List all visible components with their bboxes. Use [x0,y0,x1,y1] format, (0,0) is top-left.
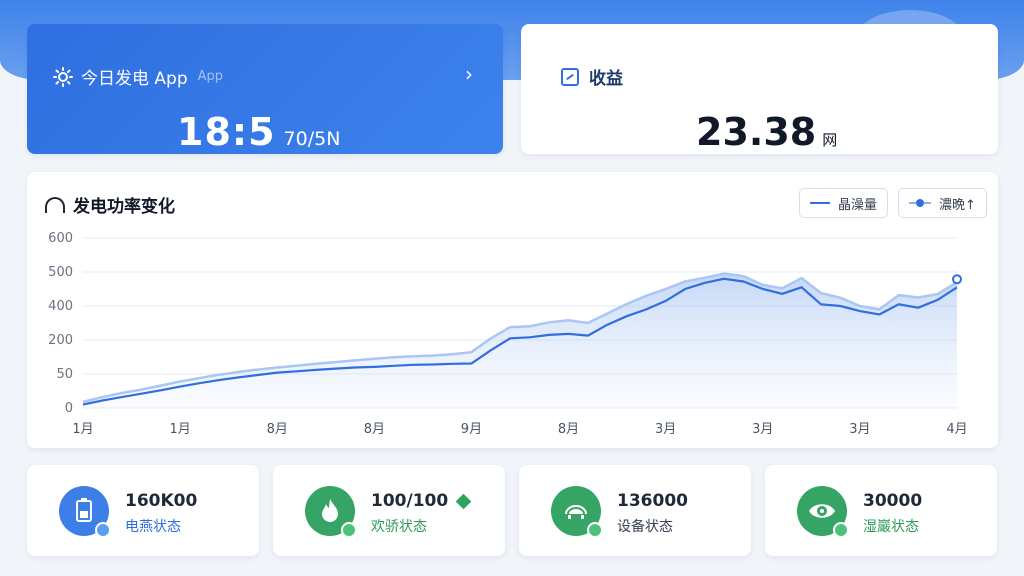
stat-value: 136000 [617,491,688,511]
series-end-point [952,274,962,285]
today-value-number: 18:5 [177,110,276,154]
y-tick-label: 600 [48,231,73,246]
chart-title-row: 发电功率变化 [45,192,175,217]
income-value: 23.38 网 [696,110,837,154]
x-tick-label: 8月 [267,422,288,437]
flame-icon [305,486,357,538]
legend-toggle-point[interactable]: 濃晩↑ [898,188,987,218]
today-card-title-ghost: App [197,69,224,84]
stat-label: 湿巖状态 [863,519,919,535]
today-generation-value: 18:5 70/5N [177,110,340,154]
today-generation-card[interactable]: 今日发电 App App › 18:5 70/5N [27,24,503,154]
stat-card-battery[interactable]: 160K00 电燕状态 [27,465,259,556]
x-tick-label: 3月 [849,422,870,437]
income-card-header: 收益 [561,64,623,89]
income-card[interactable]: 收益 23.38 网 [521,24,998,154]
stat-value: 160K00 [125,491,197,511]
chart-box-icon [561,67,579,86]
x-tick-label: 1月 [72,422,93,437]
line-legend-icon [810,202,830,204]
income-value-unit: 网 [822,131,838,149]
x-tick-label: 9月 [461,422,482,437]
x-tick-label: 3月 [752,422,773,437]
chevron-right-icon[interactable]: › [465,62,473,86]
legend-toggle-line[interactable]: 晶澡量 [799,188,889,218]
x-tick-label: 8月 [558,422,579,437]
x-tick-label: 3月 [655,422,676,437]
stat-value-text: 160K00 [125,491,198,511]
y-tick-label: 200 [48,333,73,348]
chart-title: 发电功率变化 [73,197,175,217]
check-badge-icon [587,522,603,538]
x-tick-label: 4月 [946,422,967,437]
diamond-icon [455,493,472,509]
today-card-title: 今日发电 App [81,69,188,89]
legend-label-2: 濃晩↑ [939,197,976,213]
stat-label: 设备状态 [617,519,673,535]
legend-label-1: 晶澡量 [838,197,878,213]
y-tick-label: 500 [48,265,73,280]
battery-icon [59,486,111,538]
today-value-unit: 70/5N [283,128,341,150]
check-badge-icon [341,522,357,538]
y-tick-label: 50 [56,367,73,382]
stat-card-device[interactable]: 136000 设备状态 [519,465,751,556]
x-tick-label: 8月 [364,422,385,437]
eye-icon [797,486,849,538]
stat-value: 30000 [863,491,922,511]
check-badge-icon [95,522,111,538]
stat-label: 欢骄状态 [371,519,427,535]
point-legend-icon [909,199,931,207]
x-tick-label: 1月 [169,422,190,437]
income-value-number: 23.38 [696,110,817,154]
power-chart-card: 0 50 200 400 500 600 1月 1月 8月 8月 9月 8月 3月 3月 3月 4月 发电功率… [27,172,998,448]
stat-value-text: 30000 [863,491,923,511]
stat-card-eye[interactable]: 30000 湿巖状态 [765,465,997,556]
check-badge-icon [833,522,849,538]
y-tick-label: 400 [48,299,73,314]
turtle-icon [551,486,603,538]
stat-value-text: 136000 [617,491,688,511]
stat-value-text: 100/100 [371,491,449,511]
y-tick-label: 0 [65,401,73,416]
sun-icon [53,66,73,87]
arch-icon [45,196,65,213]
stat-card-flame[interactable]: 100/100 欢骄状态 [273,465,505,556]
stat-value: 100/100 [371,491,472,511]
stat-label: 电燕状态 [125,519,181,535]
today-card-header: 今日发电 App App [53,64,223,89]
income-card-title: 收益 [589,69,623,89]
